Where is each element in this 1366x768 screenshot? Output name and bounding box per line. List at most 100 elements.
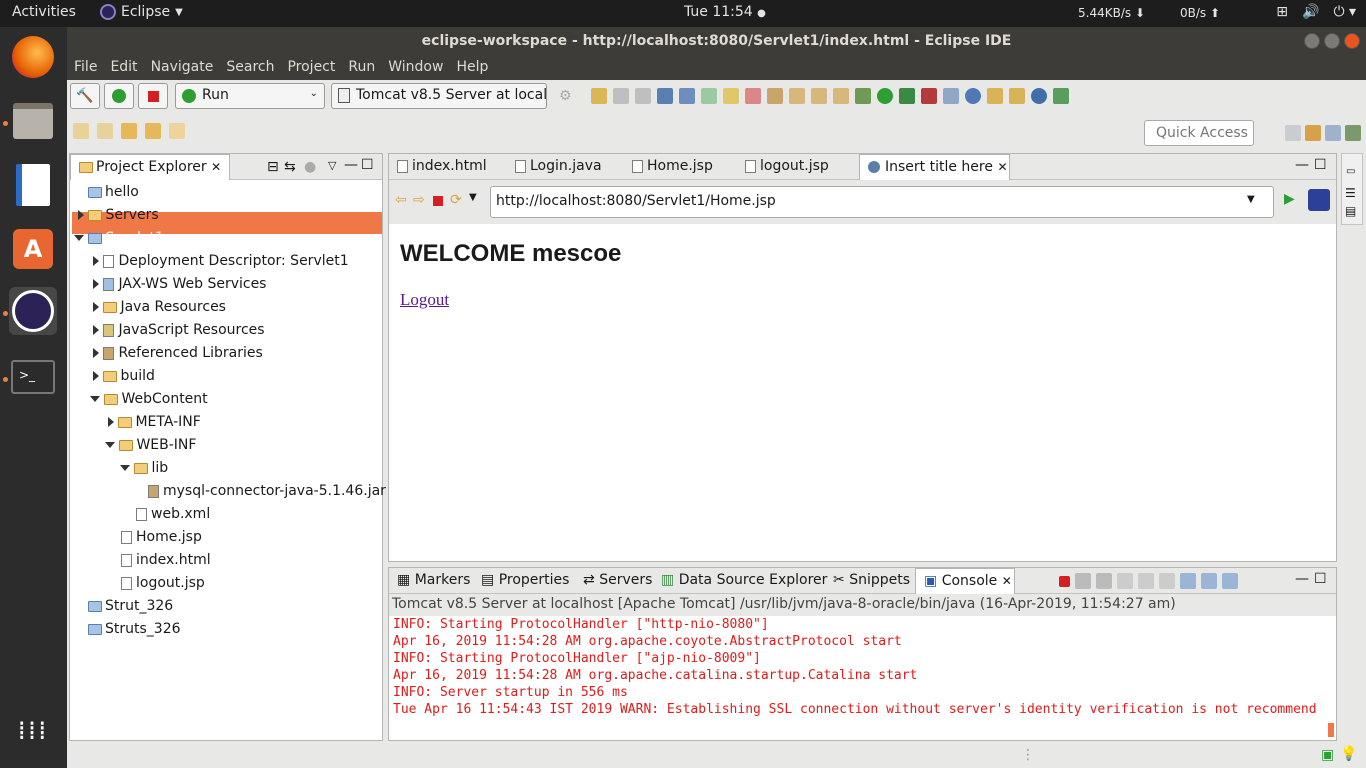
logout-link[interactable]: Logout <box>400 290 449 310</box>
debug-perspective-icon[interactable] <box>1345 125 1361 141</box>
chevron-right-icon[interactable] <box>93 279 99 289</box>
tree-item-index-html[interactable]: index.html <box>121 549 211 571</box>
tab-data-source-explorer[interactable]: ▥ Data Source Explorer <box>653 568 835 594</box>
chevron-down-icon[interactable] <box>105 442 115 448</box>
url-input[interactable]: http://localhost:8080/Servlet1/Home.jsp <box>490 186 1274 218</box>
terminate-icon[interactable] <box>745 88 761 104</box>
run-app-icon[interactable] <box>877 88 893 104</box>
chevron-right-icon[interactable] <box>78 210 84 220</box>
software-center-icon[interactable]: A <box>9 225 57 273</box>
tree-item-referenced-libraries[interactable]: Referenced Libraries <box>93 342 263 364</box>
maximize-view-icon[interactable]: ☐ <box>361 157 374 173</box>
tree-item-meta-inf[interactable]: META-INF <box>108 411 201 433</box>
tree-item-web-xml[interactable]: web.xml <box>136 503 210 525</box>
tab-insert-title-here[interactable]: Insert title here ✕ <box>859 154 1010 180</box>
power-icon[interactable]: ⏻ ▾ <box>1333 4 1356 20</box>
pin-console-icon[interactable] <box>1180 573 1196 589</box>
chevron-right-icon[interactable] <box>93 256 99 266</box>
close-icon[interactable]: ✕ <box>211 160 221 174</box>
tab-properties[interactable]: ▤ Properties <box>473 568 577 594</box>
java-ee-perspective-icon[interactable] <box>1305 125 1321 141</box>
chevron-right-icon[interactable] <box>108 417 114 427</box>
run-configuration-combo[interactable]: Run ⌄ <box>175 83 325 109</box>
task-list-icon[interactable]: ▤ <box>1345 204 1356 218</box>
maximize-view-icon[interactable]: ☐ <box>1314 157 1327 173</box>
maximize-view-icon[interactable]: ☐ <box>1314 571 1327 587</box>
tree-item-strut-326[interactable]: Strut_326 <box>88 595 173 617</box>
scroll-lock-icon[interactable] <box>1138 573 1154 589</box>
volume-icon[interactable]: 🔊 <box>1302 4 1319 20</box>
close-button[interactable] <box>1344 33 1360 49</box>
disconnect-icon[interactable] <box>767 88 783 104</box>
word-wrap-icon[interactable] <box>1159 573 1175 589</box>
tab-markers[interactable]: ▦ Markers <box>389 568 478 594</box>
tab-login-java[interactable]: Login.java <box>507 154 610 180</box>
collapse-all-icon[interactable]: ⊟ <box>267 159 279 175</box>
console-output[interactable]: INFO: Starting ProtocolHandler ["http-ni… <box>389 616 1336 740</box>
minimize-view-icon[interactable]: — <box>344 157 358 173</box>
forward-icon[interactable]: ⇨ <box>413 192 425 208</box>
show-applications-icon[interactable]: ⁞⁞⁞ <box>9 707 57 755</box>
start-server-button[interactable] <box>104 83 134 109</box>
menu-project[interactable]: Project <box>280 56 341 80</box>
tree-item-home-jsp[interactable]: Home.jsp <box>121 526 202 548</box>
step-return-icon[interactable] <box>833 88 849 104</box>
link-with-editor-icon[interactable]: ⇆ <box>284 159 296 175</box>
tree-item-servers[interactable]: Servers <box>78 204 159 226</box>
menu-help[interactable]: Help <box>449 56 494 80</box>
tree-item-javascript-resources[interactable]: JavaScript Resources <box>93 319 265 341</box>
eclipse-dock-icon[interactable] <box>9 287 57 335</box>
url-history-dropdown-icon[interactable]: ▼ <box>1247 194 1255 205</box>
search-icon[interactable] <box>1009 88 1025 104</box>
files-icon[interactable] <box>9 97 57 145</box>
eclipse-browser-icon[interactable] <box>1308 189 1330 211</box>
save-icon[interactable] <box>613 88 629 104</box>
tab-project-explorer[interactable]: Project Explorer ✕ <box>70 154 230 180</box>
tab-home-jsp[interactable]: Home.jsp <box>624 154 721 180</box>
activities-button[interactable]: Activities <box>12 4 76 20</box>
web-browser-icon[interactable] <box>1031 88 1047 104</box>
open-console-icon[interactable] <box>1222 573 1238 589</box>
coverage-icon[interactable] <box>899 88 915 104</box>
build-button[interactable]: 🔨 <box>70 83 100 109</box>
chevron-right-icon[interactable] <box>93 371 99 381</box>
chevron-down-icon[interactable] <box>120 465 130 471</box>
tab-console[interactable]: ▣ Console ✕ <box>915 568 1015 594</box>
skip-breakpoints-icon[interactable] <box>679 88 695 104</box>
external-tools-icon[interactable] <box>921 88 937 104</box>
minimize-button[interactable] <box>1304 33 1320 49</box>
stop-server-button[interactable] <box>138 83 168 109</box>
tree-item-webcontent[interactable]: WebContent <box>90 388 208 410</box>
tab-servers[interactable]: ⇄ Servers <box>575 568 660 594</box>
menu-file[interactable]: File <box>67 56 103 80</box>
lightbulb-icon[interactable]: 💡 <box>1340 746 1357 762</box>
chevron-right-icon[interactable] <box>93 325 99 335</box>
firefox-icon[interactable] <box>9 33 57 81</box>
open-perspective-icon[interactable] <box>1285 125 1301 141</box>
clock[interactable]: Tue 11:54 ● <box>684 4 766 20</box>
terminate-icon[interactable] <box>1059 575 1070 587</box>
restore-icon[interactable]: ▭ <box>1346 166 1355 177</box>
back-icon[interactable]: ⇦ <box>395 192 407 208</box>
app-menu[interactable]: Eclipse ▼ <box>100 4 183 20</box>
open-task-icon[interactable] <box>1053 88 1069 104</box>
tab-logout-jsp[interactable]: logout.jsp <box>737 154 837 180</box>
network-icon[interactable]: ⊞ <box>1276 4 1288 20</box>
next-annotation-icon[interactable] <box>73 123 89 139</box>
tree-item-web-inf[interactable]: WEB-INF <box>105 434 196 456</box>
tree-item-servlet1[interactable]: Servlet1 <box>74 227 164 249</box>
menu-navigate[interactable]: Navigate <box>144 56 220 80</box>
tree-item-jaxws[interactable]: JAX-WS Web Services <box>93 273 266 295</box>
tab-index-html[interactable]: index.html <box>389 154 495 180</box>
horizontal-scrollbar[interactable] <box>1328 723 1334 737</box>
minimize-view-icon[interactable]: — <box>1295 571 1309 587</box>
resume-icon[interactable] <box>701 88 717 104</box>
stop-icon[interactable] <box>433 196 443 206</box>
java-perspective-icon[interactable] <box>1325 125 1341 141</box>
new-server-icon[interactable] <box>943 88 959 104</box>
launch-target-combo[interactable]: Tomcat v8.5 Server at locall <box>331 83 547 109</box>
chevron-right-icon[interactable] <box>93 302 99 312</box>
back-icon[interactable] <box>145 123 161 139</box>
tree-item-lib[interactable]: lib <box>120 457 168 479</box>
terminal-icon[interactable]: >_ <box>9 353 57 401</box>
